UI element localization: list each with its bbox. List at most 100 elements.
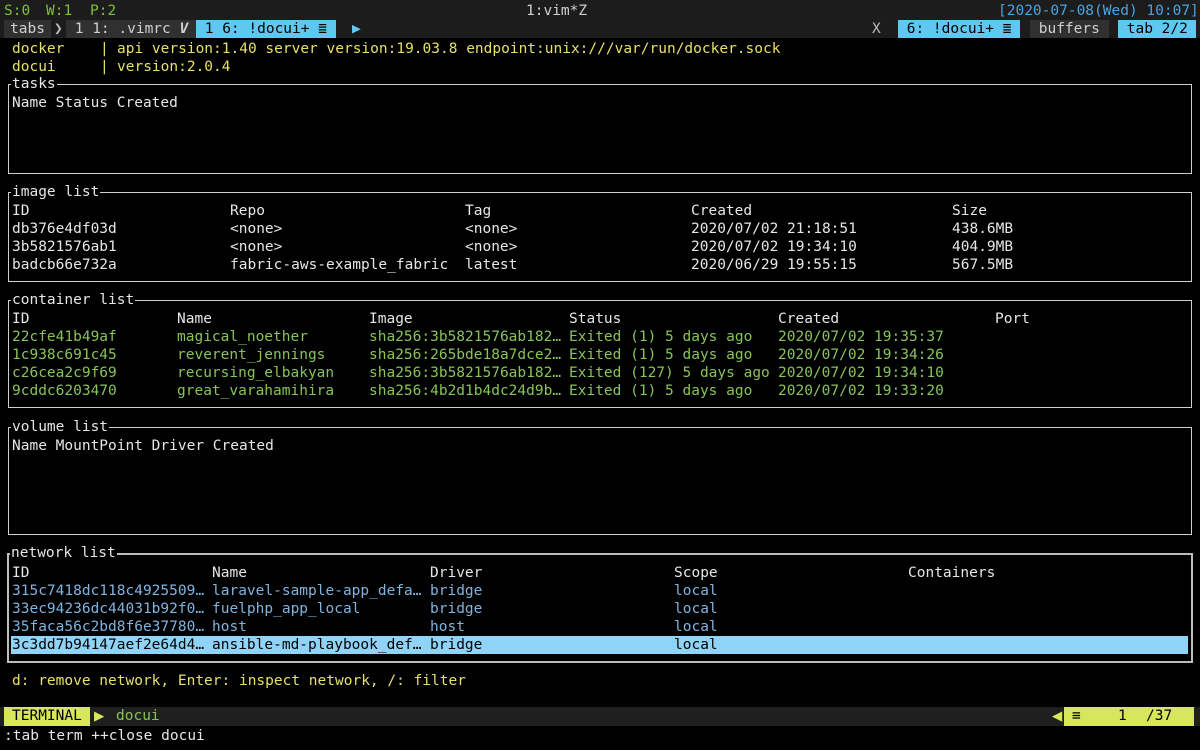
container-id: c26cea2c9f69 (12, 365, 117, 381)
powerline-arrow-icon: ▶ (352, 21, 361, 37)
table-row[interactable]: 1c938c691c45 reverent_jennings sha256:26… (9, 346, 1191, 364)
position-segment (1064, 707, 1194, 726)
container-status: Exited (1) 5 days ago (569, 347, 753, 363)
image-id: badcb66e732a (12, 257, 117, 273)
docker-info-value: api version:1.40 server version:19.03.8 … (117, 41, 781, 57)
tab-count: tab 2/2 (1118, 20, 1197, 38)
tasks-header: Name Status Created (12, 95, 178, 111)
image-id: 3b5821576ab1 (12, 239, 117, 255)
table-row[interactable]: 315c7418dc118c4925509… laravel-sample-ap… (9, 582, 1191, 600)
container-status: Exited (1) 5 days ago (569, 329, 753, 345)
buffer-docui-label: 6: !docui+ (898, 21, 1003, 37)
session-counter: S:0 (4, 3, 31, 19)
column-header: Scope (674, 565, 718, 581)
container-list-title: container list (11, 291, 136, 309)
document-lines-icon: ≣ (318, 21, 327, 37)
network-list-title: network list (10, 544, 117, 562)
volume-header-row: Name MountPoint Driver Created (9, 437, 1191, 455)
container-image: sha256:265bde18a7dce2… (369, 347, 562, 363)
vim-logo-icon: V (179, 21, 189, 37)
container-status: Exited (1) 5 days ago (569, 383, 753, 399)
table-row[interactable]: 33ec94236dc44031b92f0… fuelphp_app_local… (9, 600, 1191, 618)
container-created: 2020/07/02 19:34:26 (778, 347, 944, 363)
table-row[interactable]: 22cfe41b49af magical_noether sha256:3b58… (9, 328, 1191, 346)
docker-info-separator: | (100, 41, 109, 57)
container-status: Exited (127) 5 days ago (569, 365, 770, 381)
network-scope: local (674, 601, 718, 617)
docker-info-label: docker (12, 41, 65, 57)
image-repo: <none> (230, 239, 283, 255)
table-row[interactable]: 9cddc6203470 great_varahamihira sha256:4… (9, 382, 1191, 400)
close-tab-button[interactable]: X (872, 20, 881, 38)
image-repo: <none> (230, 221, 283, 237)
table-row[interactable]: c26cea2c9f69 recursing_elbakyan sha256:3… (9, 364, 1191, 382)
image-size: 567.5MB (952, 257, 1014, 273)
tab-docui[interactable]: 1 6: !docui+ ≣ (196, 20, 336, 38)
tmux-window-title: 1:vim*Z (526, 3, 588, 19)
volume-header: Name MountPoint Driver Created (12, 438, 274, 454)
document-lines-icon: ≣ (1002, 21, 1012, 37)
table-row-selected[interactable]: 3c3dd7b94147aef2e64d4… ansible-md-playbo… (11, 636, 1188, 654)
image-size: 404.9MB (952, 239, 1014, 255)
pane-counter: P:2 (90, 3, 117, 19)
network-name: laravel-sample-app_defa… (212, 583, 422, 599)
network-name: ansible-md-playbook_def… (212, 637, 422, 653)
tasks-panel[interactable]: tasks Name Status Created (8, 75, 1192, 174)
column-header: ID (12, 311, 30, 327)
powerline-arrow-icon: ▶ (94, 706, 105, 726)
tab-vimrc-label: 1 1: .vimrc (66, 21, 180, 37)
network-header-row: ID Name Driver Scope Containers (9, 564, 1191, 582)
network-name: fuelphp_app_local (212, 601, 361, 617)
column-header: Status (569, 311, 622, 327)
container-name: magical_noether (177, 329, 308, 345)
chevron-right-icon: ❯ (54, 21, 63, 37)
column-header: Created (778, 311, 840, 327)
datetime-display: [2020-07-08(Wed) 10:07] (998, 3, 1199, 19)
image-repo: fabric-aws-example_fabric (230, 257, 449, 273)
powerline-arrow-left-icon: ◀ (1052, 706, 1063, 726)
tab-docui-label: 1 6: !docui+ (196, 21, 319, 37)
column-header: ID (12, 565, 30, 581)
tab-vimrc[interactable]: 1 1: .vimrc V (66, 20, 197, 38)
container-list-panel[interactable]: container list ID Name Image Status Crea… (8, 291, 1192, 408)
vim-tabline: S:0 W:1 P:2 1:vim*Z [2020-07-08(Wed) 10:… (0, 0, 1200, 38)
volume-list-panel[interactable]: volume list Name MountPoint Driver Creat… (8, 418, 1192, 535)
container-image: sha256:4b2d1b4dc24d9b… (369, 383, 562, 399)
image-created: 2020/07/02 21:18:51 (691, 221, 857, 237)
table-row[interactable]: 35faca56c2bd8f6e37780… host host local (9, 618, 1191, 636)
mode-indicator: TERMINAL (4, 707, 90, 726)
image-created: 2020/06/29 19:55:15 (691, 257, 857, 273)
table-row[interactable]: db376e4df03d <none> <none> 2020/07/02 21… (9, 220, 1191, 238)
docui-info-label: docui (12, 59, 56, 75)
image-id: db376e4df03d (12, 221, 117, 237)
container-id: 22cfe41b49af (12, 329, 117, 345)
container-created: 2020/07/02 19:34:10 (778, 365, 944, 381)
command-line[interactable]: :tab term ++close docui (4, 727, 205, 745)
window-counter: W:1 (46, 3, 73, 19)
network-id: 33ec94236dc44031b92f0… (12, 601, 205, 617)
table-row[interactable]: 3b5821576ab1 <none> <none> 2020/07/02 19… (9, 238, 1191, 256)
tasks-header-row: Name Status Created (9, 94, 1191, 112)
container-name: recursing_elbakyan (177, 365, 335, 381)
column-header: Tag (465, 203, 492, 219)
container-id: 1c938c691c45 (12, 347, 117, 363)
network-list-panel[interactable]: network list ID Name Driver Scope Contai… (7, 544, 1193, 663)
table-row[interactable]: badcb66e732a fabric-aws-example_fabric l… (9, 256, 1191, 274)
network-scope: local (674, 583, 718, 599)
buffer-docui[interactable]: 6: !docui+ ≣ (898, 20, 1021, 38)
container-header-row: ID Name Image Status Created Port (9, 310, 1191, 328)
buffer-name: docui (116, 708, 160, 724)
keybinding-help: d: remove network, Enter: inspect networ… (12, 673, 466, 689)
network-driver: bridge (430, 583, 483, 599)
network-id: 35faca56c2bd8f6e37780… (12, 619, 205, 635)
column-header: Name (212, 565, 247, 581)
container-created: 2020/07/02 19:35:37 (778, 329, 944, 345)
total-lines: /37 (1146, 708, 1173, 724)
image-header-row: ID Repo Tag Created Size (9, 202, 1191, 220)
network-name: host (212, 619, 247, 635)
column-header: Name (177, 311, 212, 327)
column-header: Image (369, 311, 413, 327)
network-scope: local (674, 619, 718, 635)
image-tag: latest (465, 257, 518, 273)
image-list-panel[interactable]: image list ID Repo Tag Created Size db37… (8, 183, 1192, 282)
